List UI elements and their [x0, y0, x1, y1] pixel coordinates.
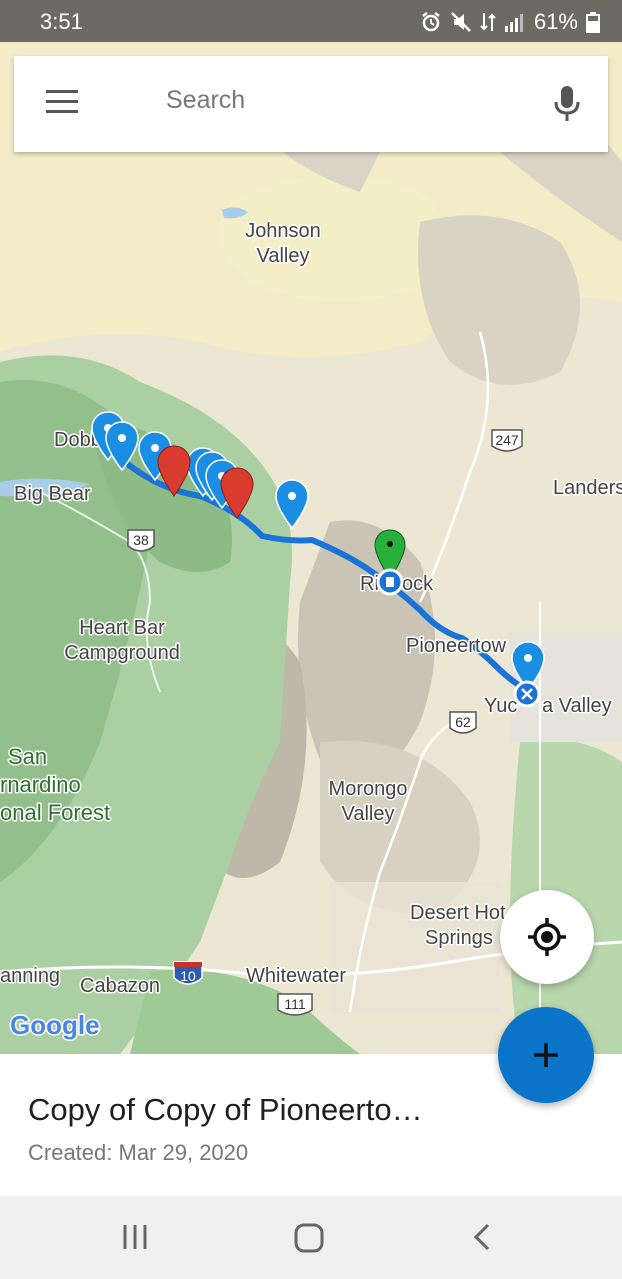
- label-banning: anning: [0, 965, 60, 987]
- search-bar[interactable]: Search: [14, 56, 608, 152]
- label-rimrock-left: Ri: [360, 573, 379, 595]
- label-pioneertown: Pioneertow: [406, 635, 507, 657]
- label-landers: Landers: [553, 477, 622, 499]
- add-button[interactable]: [498, 1007, 594, 1103]
- label-campground: Campground: [64, 642, 180, 664]
- route-shield-247: 247: [491, 429, 523, 452]
- recent-apps-icon[interactable]: [120, 1222, 150, 1252]
- route-endpoint-marker[interactable]: [376, 568, 404, 596]
- label-yucca-left: Yuc: [484, 695, 517, 717]
- label-big-bear: Big Bear: [14, 483, 91, 505]
- alarm-icon: [422, 12, 440, 32]
- mute-icon: [451, 12, 471, 32]
- interstate-shield-10: 10: [173, 961, 203, 985]
- svg-text:10: 10: [180, 968, 196, 984]
- label-national-forest: onal Forest: [0, 800, 110, 825]
- svg-text:247: 247: [495, 432, 519, 448]
- status-bar: 3:51 61%: [0, 0, 622, 42]
- svg-text:38: 38: [133, 532, 149, 548]
- route-created-date: Created: Mar 29, 2020: [28, 1140, 249, 1165]
- label-johnson-valley: Johnson: [245, 220, 321, 242]
- signal-icon: [504, 14, 523, 32]
- label-morongo: Morongo: [329, 778, 408, 800]
- google-logo: Google: [10, 1010, 100, 1040]
- label-springs: Springs: [425, 927, 493, 949]
- back-icon[interactable]: [470, 1222, 494, 1252]
- label-whitewater: Whitewater: [246, 965, 346, 987]
- menu-icon[interactable]: [46, 90, 78, 116]
- label-morongo-valley: Valley: [342, 803, 395, 825]
- my-location-button[interactable]: [500, 890, 594, 984]
- route-shield-62: 62: [449, 711, 477, 734]
- data-icon: [480, 13, 496, 31]
- route-shield-111: 111: [277, 993, 313, 1016]
- system-nav-bar: [0, 1196, 622, 1279]
- my-location-icon: [528, 918, 566, 956]
- search-input[interactable]: Search: [166, 86, 245, 115]
- label-san-bernardino-2: rnardino: [0, 772, 81, 797]
- route-endpoint-marker[interactable]: [513, 680, 541, 708]
- svg-text:111: 111: [284, 996, 305, 1012]
- label-heart-bar: Heart Bar: [79, 617, 165, 639]
- status-icons: 61%: [420, 9, 600, 35]
- home-icon[interactable]: [293, 1222, 325, 1254]
- label-cabazon: Cabazon: [80, 975, 160, 997]
- label-yucca-right: a Valley: [542, 695, 612, 717]
- route-title[interactable]: Copy of Copy of Pioneerto…: [28, 1092, 423, 1128]
- label-johnson-valley-2: Valley: [257, 245, 310, 267]
- battery-percent: 61%: [533, 9, 578, 34]
- microphone-icon[interactable]: [552, 84, 582, 124]
- label-rimrock-right: ock: [402, 573, 434, 595]
- svg-text:62: 62: [455, 714, 471, 730]
- label-desert-hot: Desert Hot: [410, 902, 506, 924]
- status-time: 3:51: [40, 9, 83, 34]
- route-shield-38: 38: [127, 529, 155, 552]
- label-san-bernardino: San: [8, 744, 47, 769]
- battery-icon: [586, 12, 600, 33]
- plus-icon: [534, 1043, 558, 1067]
